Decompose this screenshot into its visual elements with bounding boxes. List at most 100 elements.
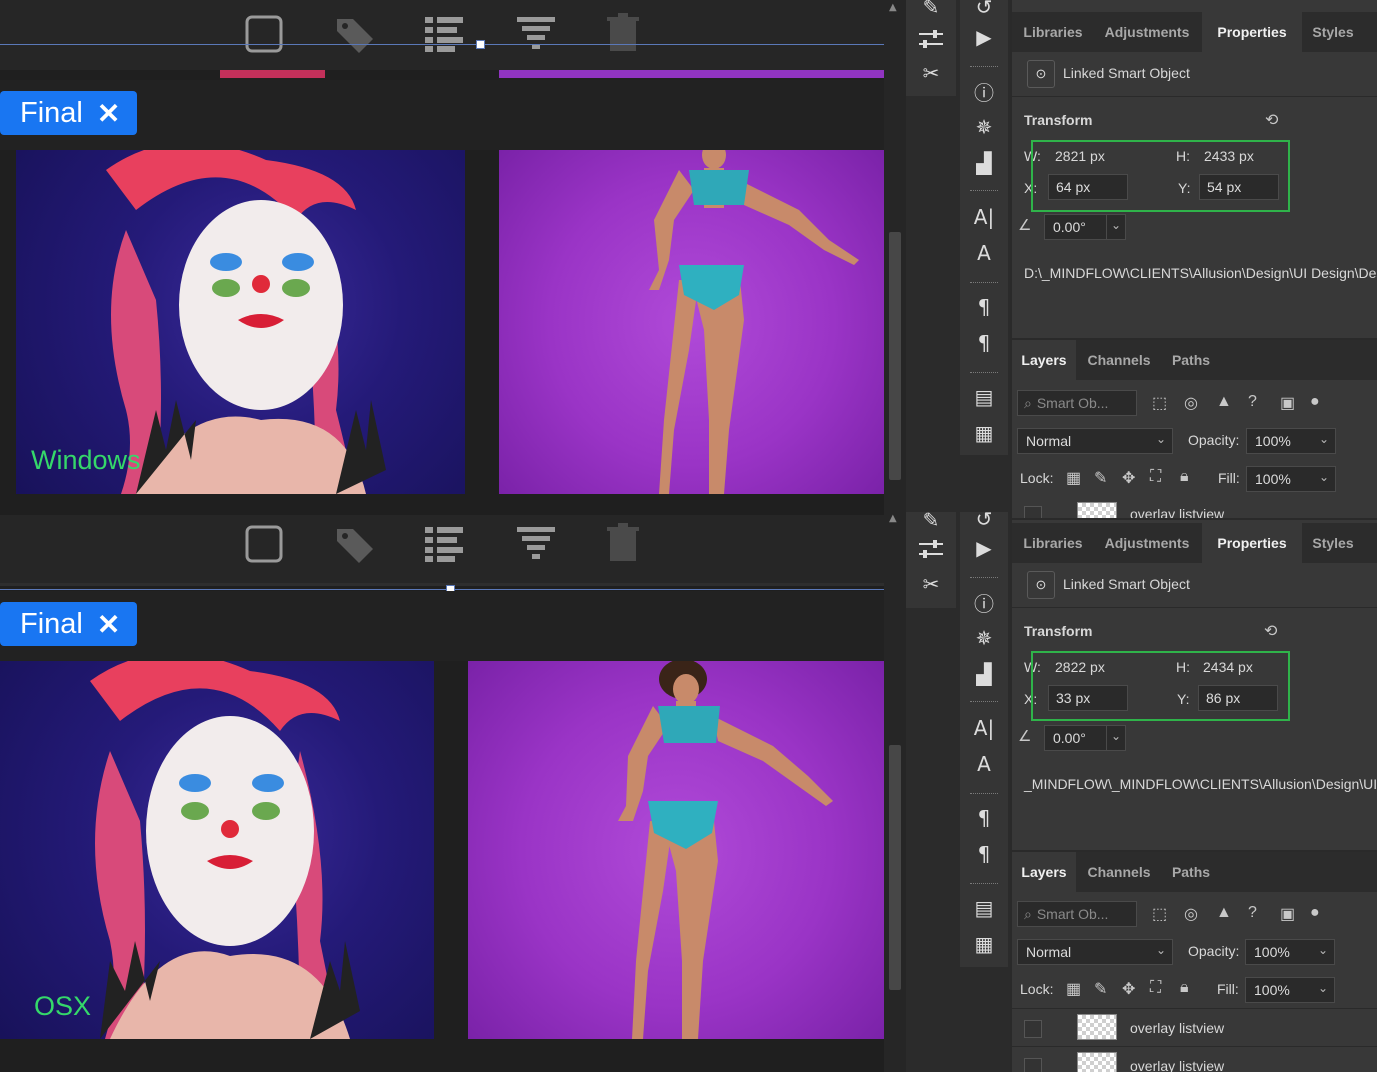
tab-properties[interactable]: Properties [1202,523,1302,563]
paragraph-icon[interactable]: ¶ [964,292,1004,322]
close-icon[interactable]: ✕ [97,608,120,641]
lock-artboard-icon[interactable]: ⛶ [1150,979,1161,997]
layer-filter-input[interactable]: ⌕ Smart Ob... [1017,390,1137,416]
tab-channels[interactable]: Channels [1080,852,1158,892]
play-icon[interactable]: ▶ [964,22,1004,52]
clown-thumbnail[interactable]: OSX [0,661,434,1039]
play-icon[interactable]: ▶ [964,533,1004,563]
tag-icon[interactable] [335,15,375,55]
trash-icon[interactable] [606,13,640,53]
navigator-icon[interactable]: ✵ [964,112,1004,142]
tab-styles[interactable]: Styles [1302,12,1364,52]
tab-libraries[interactable]: Libraries [1012,12,1094,52]
tab-styles[interactable]: Styles [1302,523,1364,563]
tools-icon[interactable]: ✂ [911,58,951,88]
filter-icon[interactable] [515,15,557,53]
smart-filter-icon[interactable]: ▣ [1280,393,1295,413]
scroll-up-icon[interactable]: ▲ [889,513,897,524]
tab-paths[interactable]: Paths [1162,340,1220,380]
final-tag[interactable]: Final ✕ [0,91,137,135]
trash-icon[interactable] [606,523,640,563]
layer-name[interactable]: overlay listview [1130,1020,1224,1036]
warning-icon[interactable]: ▲ [1216,393,1232,411]
histogram-icon[interactable]: ▟ [964,659,1004,689]
pixel-filter-icon[interactable]: ⬚ [1152,904,1167,924]
character-icon[interactable]: A| [964,202,1004,232]
layer-name[interactable]: overlay listview [1130,506,1224,518]
history-icon[interactable]: ↺ [964,0,1004,22]
dancer-thumbnail[interactable] [499,150,884,494]
lock-brush-icon[interactable]: ✎ [1094,979,1107,999]
paragraph-style-icon[interactable]: ¶ [964,839,1004,869]
layer-row[interactable]: overlay listview [1012,1009,1377,1047]
navigator-icon[interactable]: ✵ [964,623,1004,653]
tab-libraries[interactable]: Libraries [1012,523,1094,563]
lock-brush-icon[interactable]: ✎ [1094,468,1107,488]
lock-move-icon[interactable]: ✥ [1122,468,1135,488]
tab-properties[interactable]: Properties [1202,12,1302,52]
lock-all-icon[interactable]: 🔒︎ [1180,979,1189,997]
libraries-icon[interactable]: ▤ [964,893,1004,923]
lock-move-icon[interactable]: ✥ [1122,979,1135,999]
help-icon[interactable]: ? [1248,393,1257,411]
scroll-up-icon[interactable]: ▲ [889,2,897,13]
resize-handle[interactable] [476,40,485,49]
visibility-toggle[interactable] [1024,506,1042,518]
tab-adjustments[interactable]: Adjustments [1098,12,1196,52]
list-view-icon[interactable] [423,525,465,563]
close-icon[interactable]: ✕ [97,97,120,130]
filter-icon[interactable] [515,525,557,563]
histogram-icon[interactable]: ▟ [964,148,1004,178]
angle-dropdown[interactable]: ⌄ [1106,214,1126,240]
layer-row[interactable]: overlay listview [1012,500,1377,518]
blend-mode-select[interactable]: Normal ⌄ [1017,428,1173,454]
layer-name[interactable]: overlay listview [1130,1058,1224,1072]
angle-dropdown[interactable]: ⌄ [1106,725,1126,751]
info-icon[interactable]: ⓘ [964,587,1004,617]
smart-filter-icon[interactable]: ▣ [1280,904,1295,924]
layer-row[interactable]: overlay listview [1012,1047,1377,1072]
libraries-icon[interactable]: ▤ [964,382,1004,412]
blend-mode-select[interactable]: Normal ⌄ [1017,939,1173,965]
brush-icon[interactable]: ✎ [911,0,951,22]
visibility-toggle[interactable] [1024,1058,1042,1072]
tab-layers[interactable]: Layers [1012,852,1076,892]
scrollbar-thumb[interactable] [889,745,901,990]
sliders-icon[interactable] [911,24,951,54]
square-icon[interactable] [245,525,283,563]
warning-icon[interactable]: ▲ [1216,904,1232,922]
opacity-input[interactable]: 100% ⌄ [1246,428,1336,454]
character-icon[interactable]: A| [964,713,1004,743]
pixel-filter-icon[interactable]: ⬚ [1152,393,1167,413]
final-tag[interactable]: Final ✕ [0,602,137,646]
notes-icon[interactable]: ▦ [964,418,1004,448]
reset-icon[interactable]: ⟲ [1265,110,1278,130]
character-style-icon[interactable]: A [964,238,1004,268]
list-view-icon[interactable] [423,15,465,53]
adjustment-filter-icon[interactable]: ◎ [1184,393,1198,413]
tab-paths[interactable]: Paths [1162,852,1220,892]
filter-toggle-icon[interactable]: ● [1310,393,1320,411]
tab-adjustments[interactable]: Adjustments [1098,523,1196,563]
info-icon[interactable]: ⓘ [964,76,1004,106]
layer-filter-input[interactable]: ⌕ Smart Ob... [1017,901,1137,927]
adjustment-filter-icon[interactable]: ◎ [1184,904,1198,924]
opacity-input[interactable]: 100% ⌄ [1245,939,1335,965]
lock-transparent-icon[interactable]: ▦ [1066,979,1081,999]
tab-channels[interactable]: Channels [1080,340,1158,380]
help-icon[interactable]: ? [1248,904,1257,922]
paragraph-style-icon[interactable]: ¶ [964,328,1004,358]
fill-input[interactable]: 100% ⌄ [1245,977,1335,1003]
visibility-toggle[interactable] [1024,1020,1042,1038]
fill-input[interactable]: 100% ⌄ [1246,466,1336,492]
square-icon[interactable] [245,15,283,53]
notes-icon[interactable]: ▦ [964,929,1004,959]
scrollbar-thumb[interactable] [889,232,901,480]
sliders-icon[interactable] [911,534,951,564]
character-style-icon[interactable]: A [964,749,1004,779]
history-icon[interactable]: ↺ [964,504,1004,534]
paragraph-icon[interactable]: ¶ [964,803,1004,833]
dancer-thumbnail[interactable] [468,661,884,1039]
tools-icon[interactable]: ✂ [911,569,951,599]
lock-all-icon[interactable]: 🔒︎ [1180,468,1189,486]
